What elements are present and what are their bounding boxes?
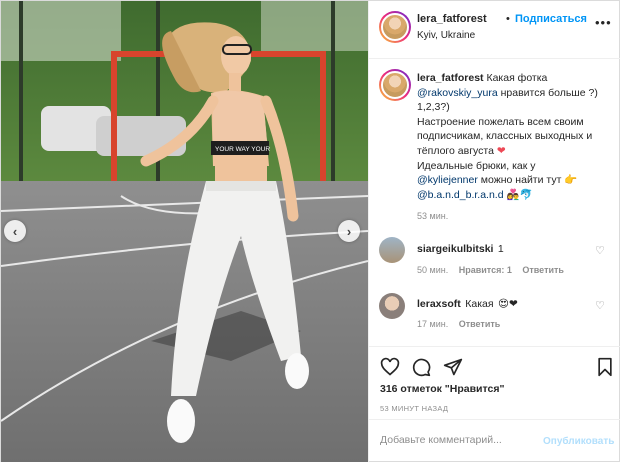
comment-input[interactable] [380,434,540,446]
post-location[interactable]: Kyiv, Ukraine [417,30,475,41]
comment-like-icon[interactable]: ♡ [595,244,605,257]
comment-text: Какая [465,298,494,310]
more-options-icon[interactable]: ••• [595,15,612,30]
comment-meta: 17 мин. Ответить [417,319,500,329]
caption-text: Какая фотка [486,72,548,84]
caption-time[interactable]: 53 мин. [417,211,448,221]
add-comment-form: Опубликовать [369,419,620,462]
mention-link[interactable]: @b.a.n.d_b.r.a.n.d [417,189,504,201]
likes-count[interactable]: 316 отметок "Нравится" [380,383,504,395]
paper-plane-icon[interactable] [443,357,463,377]
caption-text: можно найти тут [480,174,562,187]
comment-username[interactable]: siargeikulbitski [417,243,493,255]
comment-emoji: 😍❤ [498,298,518,310]
comment-likes[interactable]: Нравится: 1 [459,265,512,275]
comment-meta: 50 мин. Нравится: 1 Ответить [417,265,564,275]
couple-emoji: 👩‍❤️‍👨🐬 [506,188,533,201]
mention-link[interactable]: @rakovskiy_yura [417,87,498,99]
caption-avatar[interactable] [379,69,411,101]
bookmark-icon[interactable] [596,357,614,377]
comment-bubble-icon[interactable] [411,357,431,377]
comment-username[interactable]: leraxsoft [417,298,461,310]
post-timestamp[interactable]: 53 МИНУТ НАЗАД [380,404,448,413]
header-separator: • [506,13,510,25]
mention-link[interactable]: @kyliejenner [417,174,478,186]
publish-button[interactable]: Опубликовать [543,436,614,447]
comment-text: 1 [497,243,504,255]
pointing-emoji: 👉 [564,174,578,187]
author-username[interactable]: lera_fatforest [417,13,487,25]
post-caption: lera_fatforest Какая фотка @rakovskiy_yu… [417,71,617,202]
post-photo[interactable]: YOUR WAY YOUR ‹ › [1,1,368,462]
carousel-prev-button[interactable]: ‹ [4,220,26,242]
heart-emoji: ❤ [496,144,506,157]
post-side-panel: lera_fatforest • Подписаться Kyiv, Ukrai… [368,1,620,462]
post-header: lera_fatforest • Подписаться Kyiv, Ukrai… [369,1,620,59]
reply-button[interactable]: Ответить [522,265,564,275]
comment-item: siargeikulbitski 1 [417,239,504,257]
carousel-next-button[interactable]: › [338,220,360,242]
commenter-avatar[interactable] [379,237,405,263]
top-print-text: YOUR WAY YOUR [215,146,270,153]
comment-like-icon[interactable]: ♡ [595,299,605,312]
chevron-left-icon: ‹ [12,223,18,239]
caption-text: Идеальные брюки, как у [417,159,536,172]
commenter-avatar[interactable] [379,293,405,319]
heart-outline-icon[interactable] [380,357,400,377]
comment-time[interactable]: 50 мин. [417,265,448,275]
caption-username[interactable]: lera_fatforest [417,72,484,84]
author-avatar[interactable] [379,11,411,43]
comment-item: leraxsoft Какая 😍❤ [417,294,518,312]
instagram-post: YOUR WAY YOUR ‹ › lera_fatforest • Подпи… [0,0,620,462]
reply-button[interactable]: Ответить [459,319,501,329]
comment-time[interactable]: 17 мин. [417,319,448,329]
photo-illustration: YOUR WAY YOUR [1,1,368,462]
chevron-right-icon: › [346,223,352,239]
follow-button[interactable]: Подписаться [515,13,587,25]
